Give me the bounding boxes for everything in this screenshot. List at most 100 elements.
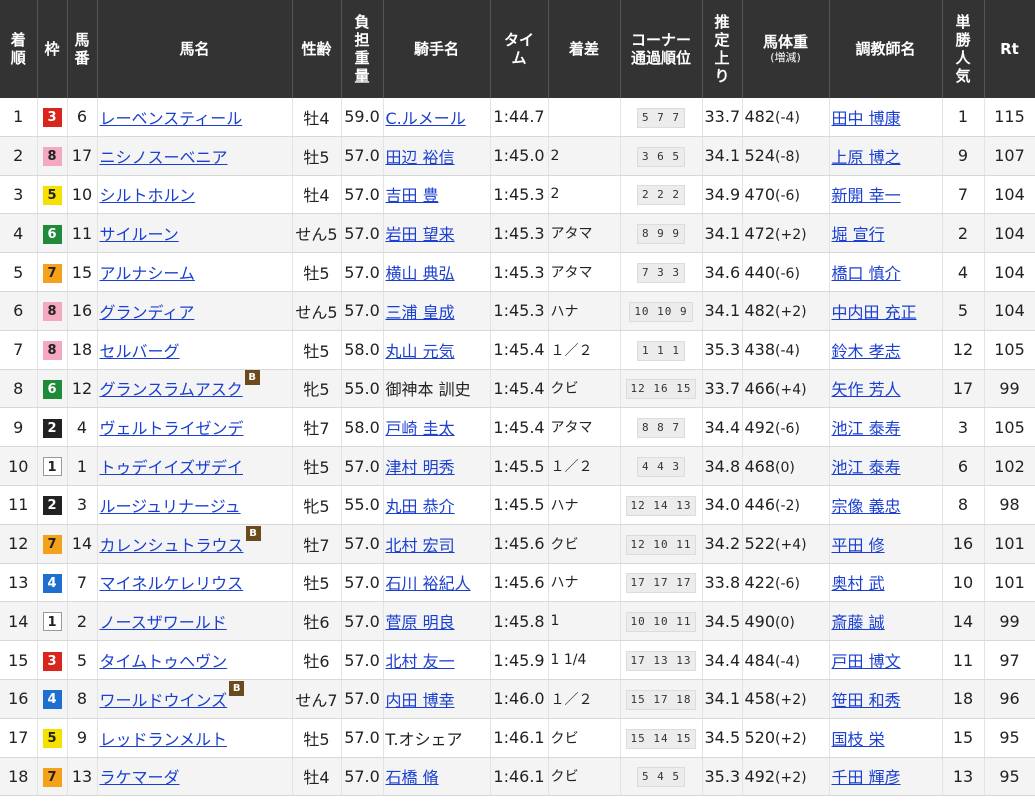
horse-name-link[interactable]: サイルーン [100, 225, 179, 244]
jockey-link[interactable]: 岩田 望来 [386, 225, 455, 244]
sex-age-cell: 牡7 [292, 524, 342, 564]
trainer-link[interactable]: 平田 修 [832, 536, 885, 555]
trainer-link[interactable]: 田中 博康 [832, 109, 901, 128]
rank-cell: 1 [0, 98, 38, 137]
trainer-link[interactable]: 斎藤 誠 [832, 613, 885, 632]
horse-name-link[interactable]: セルバーグ [100, 342, 180, 361]
horse-name-link[interactable]: レーベンスティール [100, 109, 243, 128]
jockey-link[interactable]: 内田 博幸 [386, 691, 455, 710]
bodyweight-change: (-8) [775, 149, 800, 166]
waku-cell: 2 [37, 407, 68, 448]
corner-cell: 15 14 15 [620, 718, 703, 758]
trainer-cell: 堀 宣行 [829, 213, 943, 254]
bodyweight-value: 422 [744, 572, 776, 592]
bodyweight-change: (-6) [775, 575, 800, 592]
horse-name-link[interactable]: グランディア [100, 303, 195, 322]
corner-order: 12 16 15 [625, 379, 697, 400]
horse-name-link[interactable]: カレンシュトラウス [100, 536, 244, 555]
jockey-link[interactable]: 丸田 恭介 [386, 497, 455, 516]
trainer-link[interactable]: 国枝 栄 [832, 730, 885, 749]
trainer-link[interactable]: 上原 博之 [832, 148, 901, 167]
horse-name-link[interactable]: アルナシーム [100, 264, 195, 283]
corner-order: 17 13 13 [625, 651, 697, 672]
trainer-link[interactable]: 戸田 博文 [832, 652, 901, 671]
jockey-link[interactable]: 石川 裕紀人 [386, 574, 471, 593]
corner-order: 8 9 9 [636, 224, 686, 245]
trainer-link[interactable]: 新開 幸一 [832, 186, 901, 205]
trainer-link[interactable]: 橋口 慎介 [832, 264, 901, 283]
sex-age-cell: 牡5 [292, 563, 342, 603]
horse-cell: セルバーグ [97, 330, 293, 370]
jockey-link[interactable]: 田辺 裕信 [386, 148, 455, 167]
horse-name-link[interactable]: ニシノスーベニア [100, 148, 228, 167]
horse-name-link[interactable]: トゥデイイズザデイ [100, 458, 244, 477]
horse-name-link[interactable]: シルトホルン [100, 186, 196, 205]
horse-name-link[interactable]: マイネルケレリウス [100, 574, 244, 593]
umaban-cell: 16 [67, 291, 98, 331]
bodyweight-change: (+2) [775, 769, 807, 786]
last3f-cell: 34.1 [702, 291, 743, 331]
bodyweight-value: 490 [744, 611, 776, 631]
bodyweight-change: (-2) [775, 498, 800, 515]
horse-name-link[interactable]: ルージュリナージュ [100, 497, 241, 516]
corner-cell: 15 17 18 [620, 679, 703, 719]
horse-name-link[interactable]: レッドランメルト [100, 730, 228, 749]
waku-cell: 5 [37, 718, 68, 758]
bodyweight-cell: 482(+2) [742, 291, 830, 331]
jockey-link[interactable]: 北村 宏司 [386, 536, 455, 555]
waku-cell: 3 [37, 98, 68, 137]
jockey-link[interactable]: 三浦 皇成 [386, 303, 455, 322]
horse-name-link[interactable]: ラケマーダ [100, 768, 180, 787]
jockey-link[interactable]: 津村 明秀 [386, 458, 455, 477]
horse-name-link[interactable]: タイムトゥヘヴン [100, 652, 228, 671]
jockey-link[interactable]: 丸山 元気 [386, 342, 455, 361]
jockey-link[interactable]: 横山 典弘 [386, 264, 455, 283]
waku-badge: 2 [42, 496, 62, 516]
popularity-cell: 2 [942, 213, 985, 254]
trainer-link[interactable]: 池江 泰寿 [832, 458, 901, 477]
corner-cell: 17 13 13 [620, 640, 703, 680]
jockey-link[interactable]: 北村 友一 [386, 652, 455, 671]
jockey-link[interactable]: C.ルメール [386, 109, 466, 128]
horse-name-link[interactable]: ノースザワールド [100, 613, 227, 632]
trainer-link[interactable]: 池江 泰寿 [832, 419, 901, 438]
rating-cell: 104 [984, 213, 1035, 254]
horse-name-link[interactable]: ヴェルトライゼンデ [100, 419, 244, 438]
jockey-link[interactable]: 戸崎 圭太 [386, 419, 455, 438]
waku-badge: 5 [42, 729, 62, 749]
trainer-cell: 国枝 栄 [829, 718, 943, 758]
jockey-link[interactable]: 石橋 脩 [386, 768, 439, 787]
trainer-link[interactable]: 笹田 和秀 [832, 691, 901, 710]
corner-order: 4 4 3 [636, 457, 686, 478]
jockey-link[interactable]: 菅原 明良 [386, 613, 455, 632]
trainer-link[interactable]: 千田 輝彦 [832, 768, 901, 787]
sex-age-cell: せん7 [292, 679, 342, 719]
last3f-cell: 35.3 [702, 330, 743, 370]
corner-cell: 7 3 3 [620, 252, 703, 292]
jockey-link[interactable]: 吉田 豊 [386, 186, 439, 205]
bodyweight-change: (0) [775, 459, 795, 476]
trainer-link[interactable]: 中内田 充正 [832, 303, 917, 322]
corner-order: 10 10 9 [629, 301, 693, 322]
table-row: 13 4 7 マイネルケレリウス 牡5 57.0 石川 裕紀人 1:45.6 ハナ 17 17 1… [0, 563, 1035, 603]
last3f-cell: 34.9 [702, 175, 743, 215]
horse-name-link[interactable]: ワールドウインズ [100, 691, 228, 710]
umaban-cell: 7 [67, 563, 98, 603]
header-jockey: 騎手名 [383, 0, 491, 98]
weight-cell: 57.0 [341, 446, 384, 486]
rating-cell: 101 [984, 563, 1035, 603]
weight-cell: 55.0 [341, 485, 384, 525]
trainer-link[interactable]: 矢作 芳人 [832, 380, 901, 399]
trainer-link[interactable]: 堀 宣行 [832, 225, 885, 244]
bodyweight-value: 492 [744, 766, 776, 786]
trainer-link[interactable]: 鈴木 孝志 [832, 342, 901, 361]
horse-name-link[interactable]: グランスラムアスク [100, 380, 243, 399]
trainer-link[interactable]: 奥村 武 [832, 574, 885, 593]
weight-cell: 58.0 [341, 330, 384, 370]
trainer-cell: 中内田 充正 [829, 291, 943, 331]
time-cell: 1:45.3 [490, 213, 549, 254]
corner-order: 1 1 1 [636, 340, 686, 361]
popularity-cell: 18 [942, 679, 985, 719]
trainer-link[interactable]: 宗像 義忠 [832, 497, 901, 516]
last3f-cell: 34.5 [702, 601, 743, 642]
